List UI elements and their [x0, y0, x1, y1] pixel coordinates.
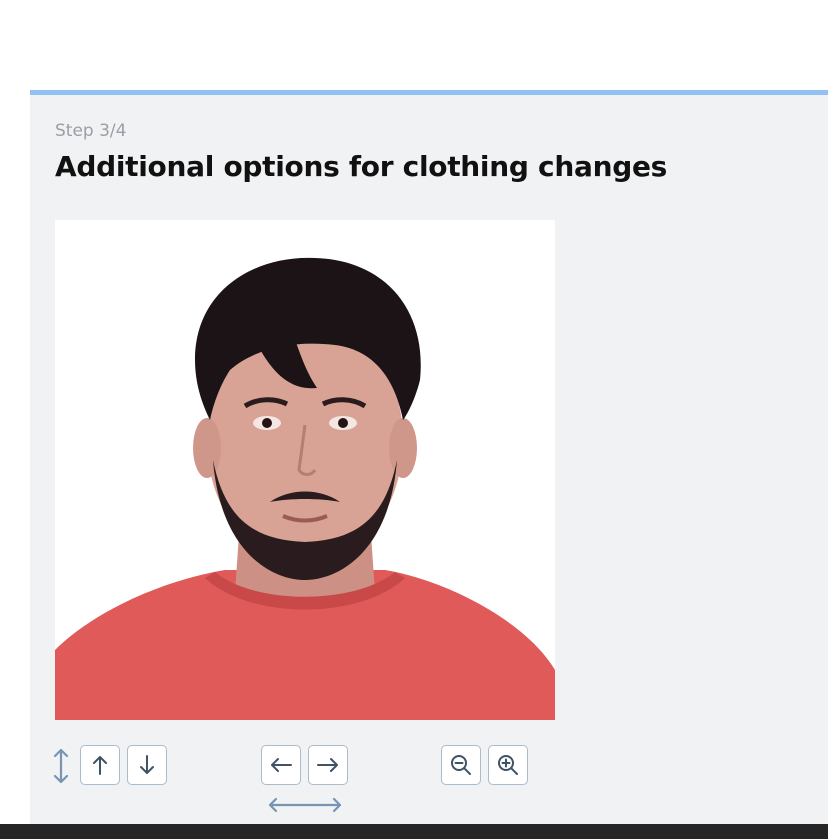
move-up-button[interactable]	[80, 745, 120, 785]
portrait-illustration	[55, 220, 555, 720]
zoom-in-icon	[498, 755, 518, 775]
arrow-left-icon	[271, 758, 292, 772]
step-indicator: Step 3/4	[55, 121, 127, 141]
move-left-button[interactable]	[261, 745, 301, 785]
portrait-photo	[55, 220, 555, 720]
vertical-axis-icon	[52, 747, 70, 785]
bottom-bar	[0, 824, 828, 839]
zoom-out-button[interactable]	[441, 745, 481, 785]
zoom-in-button[interactable]	[488, 745, 528, 785]
arrow-down-icon	[140, 755, 154, 774]
page-title: Additional options for clothing changes	[55, 150, 667, 183]
move-right-button[interactable]	[308, 745, 348, 785]
move-down-button[interactable]	[127, 745, 167, 785]
horizontal-axis-icon	[267, 796, 343, 814]
arrow-right-icon	[317, 758, 338, 772]
zoom-out-icon	[451, 755, 471, 775]
arrow-up-icon	[93, 756, 107, 775]
step-panel: Step 3/4 Additional options for clothing…	[30, 90, 828, 824]
